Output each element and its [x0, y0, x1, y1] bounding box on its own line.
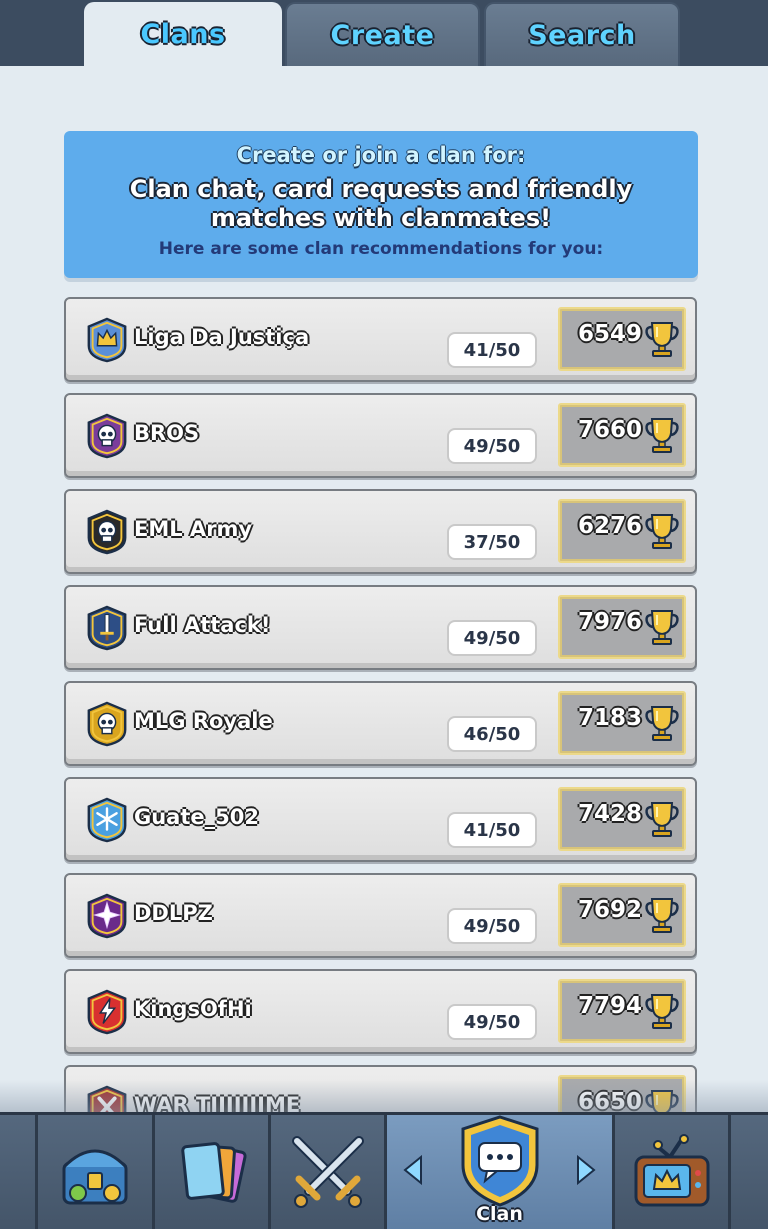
trophy-icon: [645, 706, 679, 741]
clan-trophy-box: 7660: [558, 403, 686, 467]
trophy-icon: [645, 418, 679, 453]
clan-name: Guate_502: [134, 805, 259, 829]
skull-badge-icon: [87, 701, 127, 747]
clan-trophies: 7428: [577, 801, 642, 827]
lightning-badge-icon: [87, 989, 127, 1035]
tv-royale-icon: [634, 1134, 709, 1207]
clan-name: MLG Royale: [134, 709, 273, 733]
trophy-icon: [645, 514, 679, 549]
clan-trophies: 7183: [577, 705, 642, 731]
clan-trophies: 7660: [577, 417, 642, 443]
clan-trophy-box: 7794: [558, 979, 686, 1043]
nav-edge-right: [731, 1115, 768, 1229]
trophy-icon: [645, 898, 679, 933]
clan-member-count: 41/50: [447, 332, 537, 368]
clan-row[interactable]: Liga Da Justiça 41/50 6549: [64, 297, 697, 382]
skull-badge-icon: [87, 413, 127, 459]
top-tab-bar: Clans Create Search: [0, 0, 768, 66]
battle-icon: [291, 1136, 364, 1208]
clan-member-count: 37/50: [447, 524, 537, 560]
trophy-icon: [645, 322, 679, 357]
clan-trophies: 6549: [577, 321, 642, 347]
clan-name: Full Attack!: [134, 613, 271, 637]
chevron-left-icon[interactable]: [401, 1155, 425, 1185]
clan-trophies: 7976: [577, 609, 642, 635]
cards-icon: [180, 1142, 247, 1203]
info-heading: Create or join a clan for:: [236, 143, 526, 167]
clan-row[interactable]: Guate_502 41/50 7428: [64, 777, 697, 862]
clan-trophy-box: 7428: [558, 787, 686, 851]
clan-row[interactable]: EML Army 37/50 6276: [64, 489, 697, 574]
clan-member-count: 49/50: [447, 428, 537, 464]
nav-clan[interactable]: Clan: [387, 1115, 615, 1229]
clan-trophies: 7794: [577, 993, 642, 1019]
star-badge-icon: [87, 893, 127, 939]
chevron-right-icon[interactable]: [574, 1155, 598, 1185]
crown-badge-icon: [87, 317, 127, 363]
clan-name: BROS: [134, 421, 200, 445]
tab-clans[interactable]: Clans: [84, 2, 282, 66]
clan-trophy-box: 6549: [558, 307, 686, 371]
chest-icon: [62, 1149, 128, 1205]
clan-trophies: 6276: [577, 513, 642, 539]
clan-chat-icon: [461, 1115, 538, 1207]
clan-trophy-box: 7183: [558, 691, 686, 755]
tab-search[interactable]: Search: [484, 2, 680, 66]
clan-name: DDLPZ: [134, 901, 213, 925]
clan-row[interactable]: KingsOfHi 49/50 7794: [64, 969, 697, 1054]
clan-name: KingsOfHi: [134, 997, 252, 1021]
tab-create[interactable]: Create: [285, 2, 480, 66]
snowflake-badge-icon: [87, 797, 127, 843]
clan-trophy-box: 7976: [558, 595, 686, 659]
nav-cards[interactable]: [155, 1115, 271, 1229]
clan-trophy-box: 7692: [558, 883, 686, 947]
trophy-icon: [645, 994, 679, 1029]
clan-name: EML Army: [134, 517, 253, 541]
nav-chests[interactable]: [38, 1115, 155, 1229]
clan-info-banner: Create or join a clan for: Clan chat, ca…: [64, 131, 698, 278]
clan-member-count: 41/50: [447, 812, 537, 848]
nav-battle[interactable]: [271, 1115, 387, 1229]
clan-row[interactable]: DDLPZ 49/50 7692: [64, 873, 697, 958]
clan-member-count: 49/50: [447, 908, 537, 944]
info-recommendations: Here are some clan recommendations for y…: [158, 239, 604, 259]
clan-member-count: 46/50: [447, 716, 537, 752]
clan-trophies: 7692: [577, 897, 642, 923]
skull-badge-icon: [87, 509, 127, 555]
sword-badge-icon: [87, 605, 127, 651]
clan-name: Liga Da Justiça: [134, 325, 310, 349]
clan-member-count: 49/50: [447, 1004, 537, 1040]
nav-tv-royale[interactable]: [615, 1115, 731, 1229]
nav-clan-label: Clan: [476, 1203, 523, 1225]
trophy-icon: [645, 610, 679, 645]
clan-row[interactable]: BROS 49/50 7660: [64, 393, 697, 478]
clan-trophy-box: 6276: [558, 499, 686, 563]
clan-row[interactable]: MLG Royale 46/50 7183: [64, 681, 697, 766]
nav-edge-left: [0, 1115, 38, 1229]
clan-row[interactable]: Full Attack! 49/50 7976: [64, 585, 697, 670]
clan-member-count: 49/50: [447, 620, 537, 656]
info-benefits: Clan chat, card requests and friendly ma…: [129, 175, 633, 232]
bottom-nav: Clan: [0, 1112, 768, 1229]
trophy-icon: [645, 802, 679, 837]
